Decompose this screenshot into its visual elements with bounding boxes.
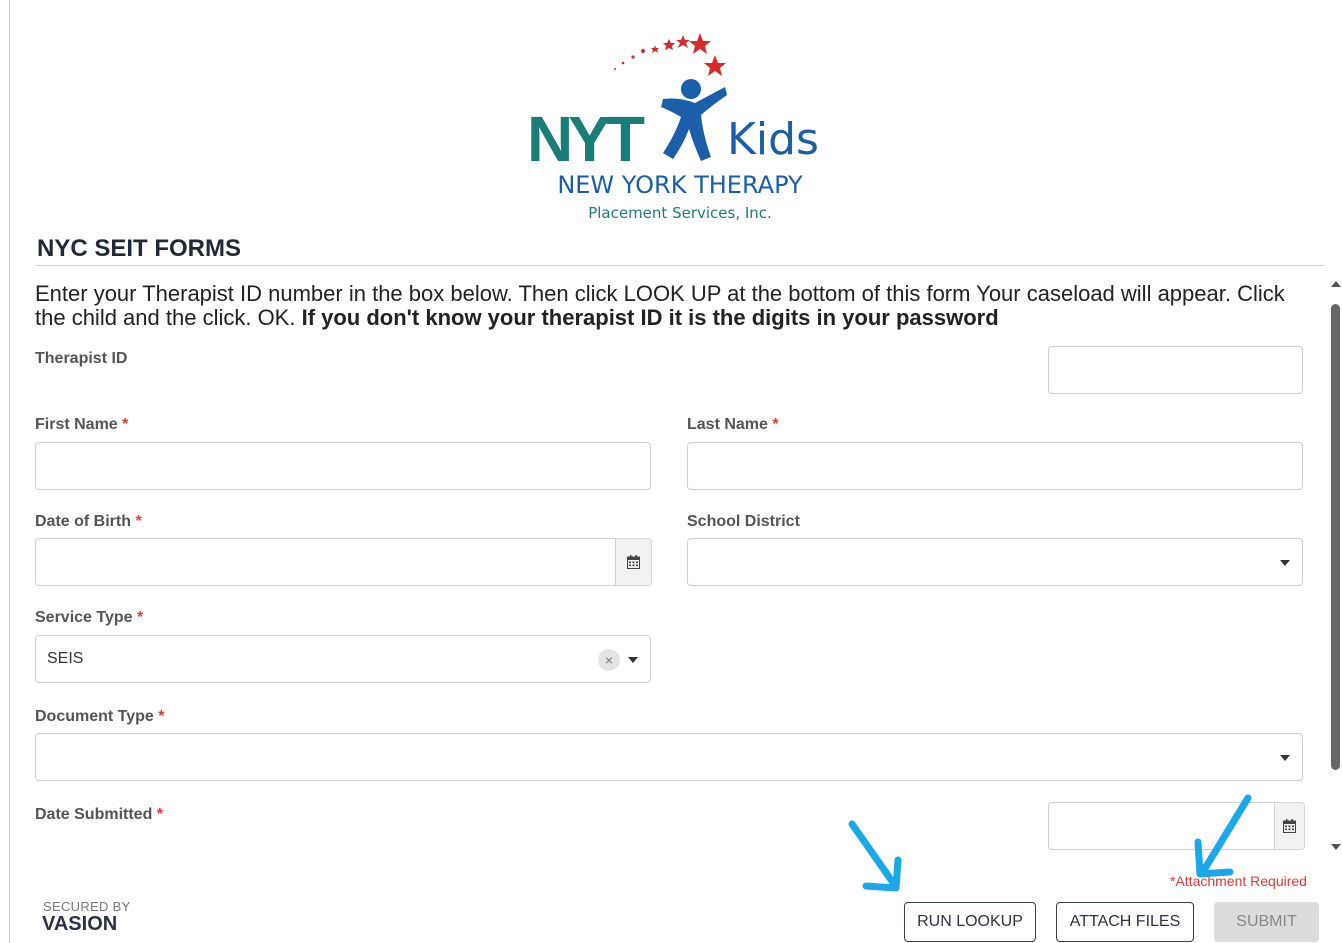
logo-nyt-text: NYT xyxy=(527,103,645,175)
calendar-icon xyxy=(627,555,640,569)
therapist-id-label: Therapist ID xyxy=(35,349,127,369)
required-mark: * xyxy=(772,416,779,433)
required-mark: * xyxy=(158,708,165,725)
document-type-select[interactable] xyxy=(35,733,1303,781)
scroll-up-icon[interactable] xyxy=(1331,281,1341,287)
date-of-birth-label-text: Date of Birth xyxy=(35,513,131,530)
submit-button[interactable]: SUBMIT xyxy=(1214,902,1319,942)
scroll-down-icon[interactable] xyxy=(1331,844,1341,850)
first-name-label-text: First Name xyxy=(35,416,118,433)
therapist-id-field[interactable] xyxy=(1048,346,1303,394)
service-type-value: SEIS xyxy=(47,650,84,667)
last-name-label: Last Name * xyxy=(687,415,779,435)
school-district-label: School District xyxy=(687,512,800,532)
logo-company-subtitle: Placement Services, Inc. xyxy=(588,204,772,222)
required-mark: * xyxy=(156,806,164,823)
star-icon xyxy=(614,33,726,76)
vasion-logo: VASION xyxy=(42,913,118,935)
school-district-label-text: School District xyxy=(687,513,800,530)
logo-company-name: NEW YORK THERAPY xyxy=(557,171,803,199)
first-name-input[interactable] xyxy=(36,443,650,489)
annotation-arrow-icon xyxy=(1194,794,1252,878)
service-type-select[interactable]: SEIS × xyxy=(35,635,651,683)
date-of-birth-field[interactable] xyxy=(35,538,616,586)
first-name-field[interactable] xyxy=(35,442,651,490)
scrollbar-thumb[interactable] xyxy=(1331,304,1340,770)
required-mark: * xyxy=(135,513,142,530)
intro-bold: If you don't know your therapist ID it i… xyxy=(301,305,999,330)
date-of-birth-calendar-button[interactable] xyxy=(616,538,652,586)
page-title: NYC SEIT FORMS xyxy=(37,235,242,262)
last-name-label-text: Last Name xyxy=(687,416,768,433)
school-district-select[interactable] xyxy=(687,538,1303,586)
calendar-icon xyxy=(1283,819,1296,833)
therapist-id-input[interactable] xyxy=(1049,347,1302,393)
date-submitted-label: Date Submitted * xyxy=(35,805,163,825)
service-type-label: Service Type * xyxy=(35,608,143,628)
run-lookup-button[interactable]: RUN LOOKUP xyxy=(904,902,1036,942)
first-name-label: First Name * xyxy=(35,415,128,435)
date-submitted-label-text: Date Submitted xyxy=(35,806,153,823)
date-of-birth-label: Date of Birth * xyxy=(35,512,142,532)
company-logo: NYT Kids NEW YORK THERAPY Placement Serv… xyxy=(505,25,845,225)
date-of-birth-input[interactable] xyxy=(36,539,615,585)
chevron-down-icon xyxy=(628,657,638,663)
attach-files-button[interactable]: ATTACH FILES xyxy=(1056,902,1194,942)
left-border xyxy=(9,0,10,943)
chevron-down-icon xyxy=(1280,755,1290,761)
therapist-id-label-text: Therapist ID xyxy=(35,350,128,367)
last-name-input[interactable] xyxy=(688,443,1302,489)
required-mark: * xyxy=(122,416,129,433)
service-type-label-text: Service Type xyxy=(35,609,133,626)
logo-kids-text: Kids xyxy=(727,114,819,165)
last-name-field[interactable] xyxy=(687,442,1303,490)
intro-text: Enter your Therapist ID number in the bo… xyxy=(35,282,1305,330)
document-type-label: Document Type * xyxy=(35,707,165,727)
date-submitted-calendar-button[interactable] xyxy=(1275,802,1305,850)
annotation-arrow-icon xyxy=(848,820,902,892)
required-mark: * xyxy=(137,609,144,626)
clear-icon[interactable]: × xyxy=(598,649,620,671)
child-figure-icon xyxy=(661,79,727,161)
title-divider xyxy=(35,265,1324,266)
secured-by-label: SECURED BY xyxy=(43,899,131,914)
chevron-down-icon xyxy=(1280,560,1290,566)
document-type-label-text: Document Type xyxy=(35,708,154,725)
